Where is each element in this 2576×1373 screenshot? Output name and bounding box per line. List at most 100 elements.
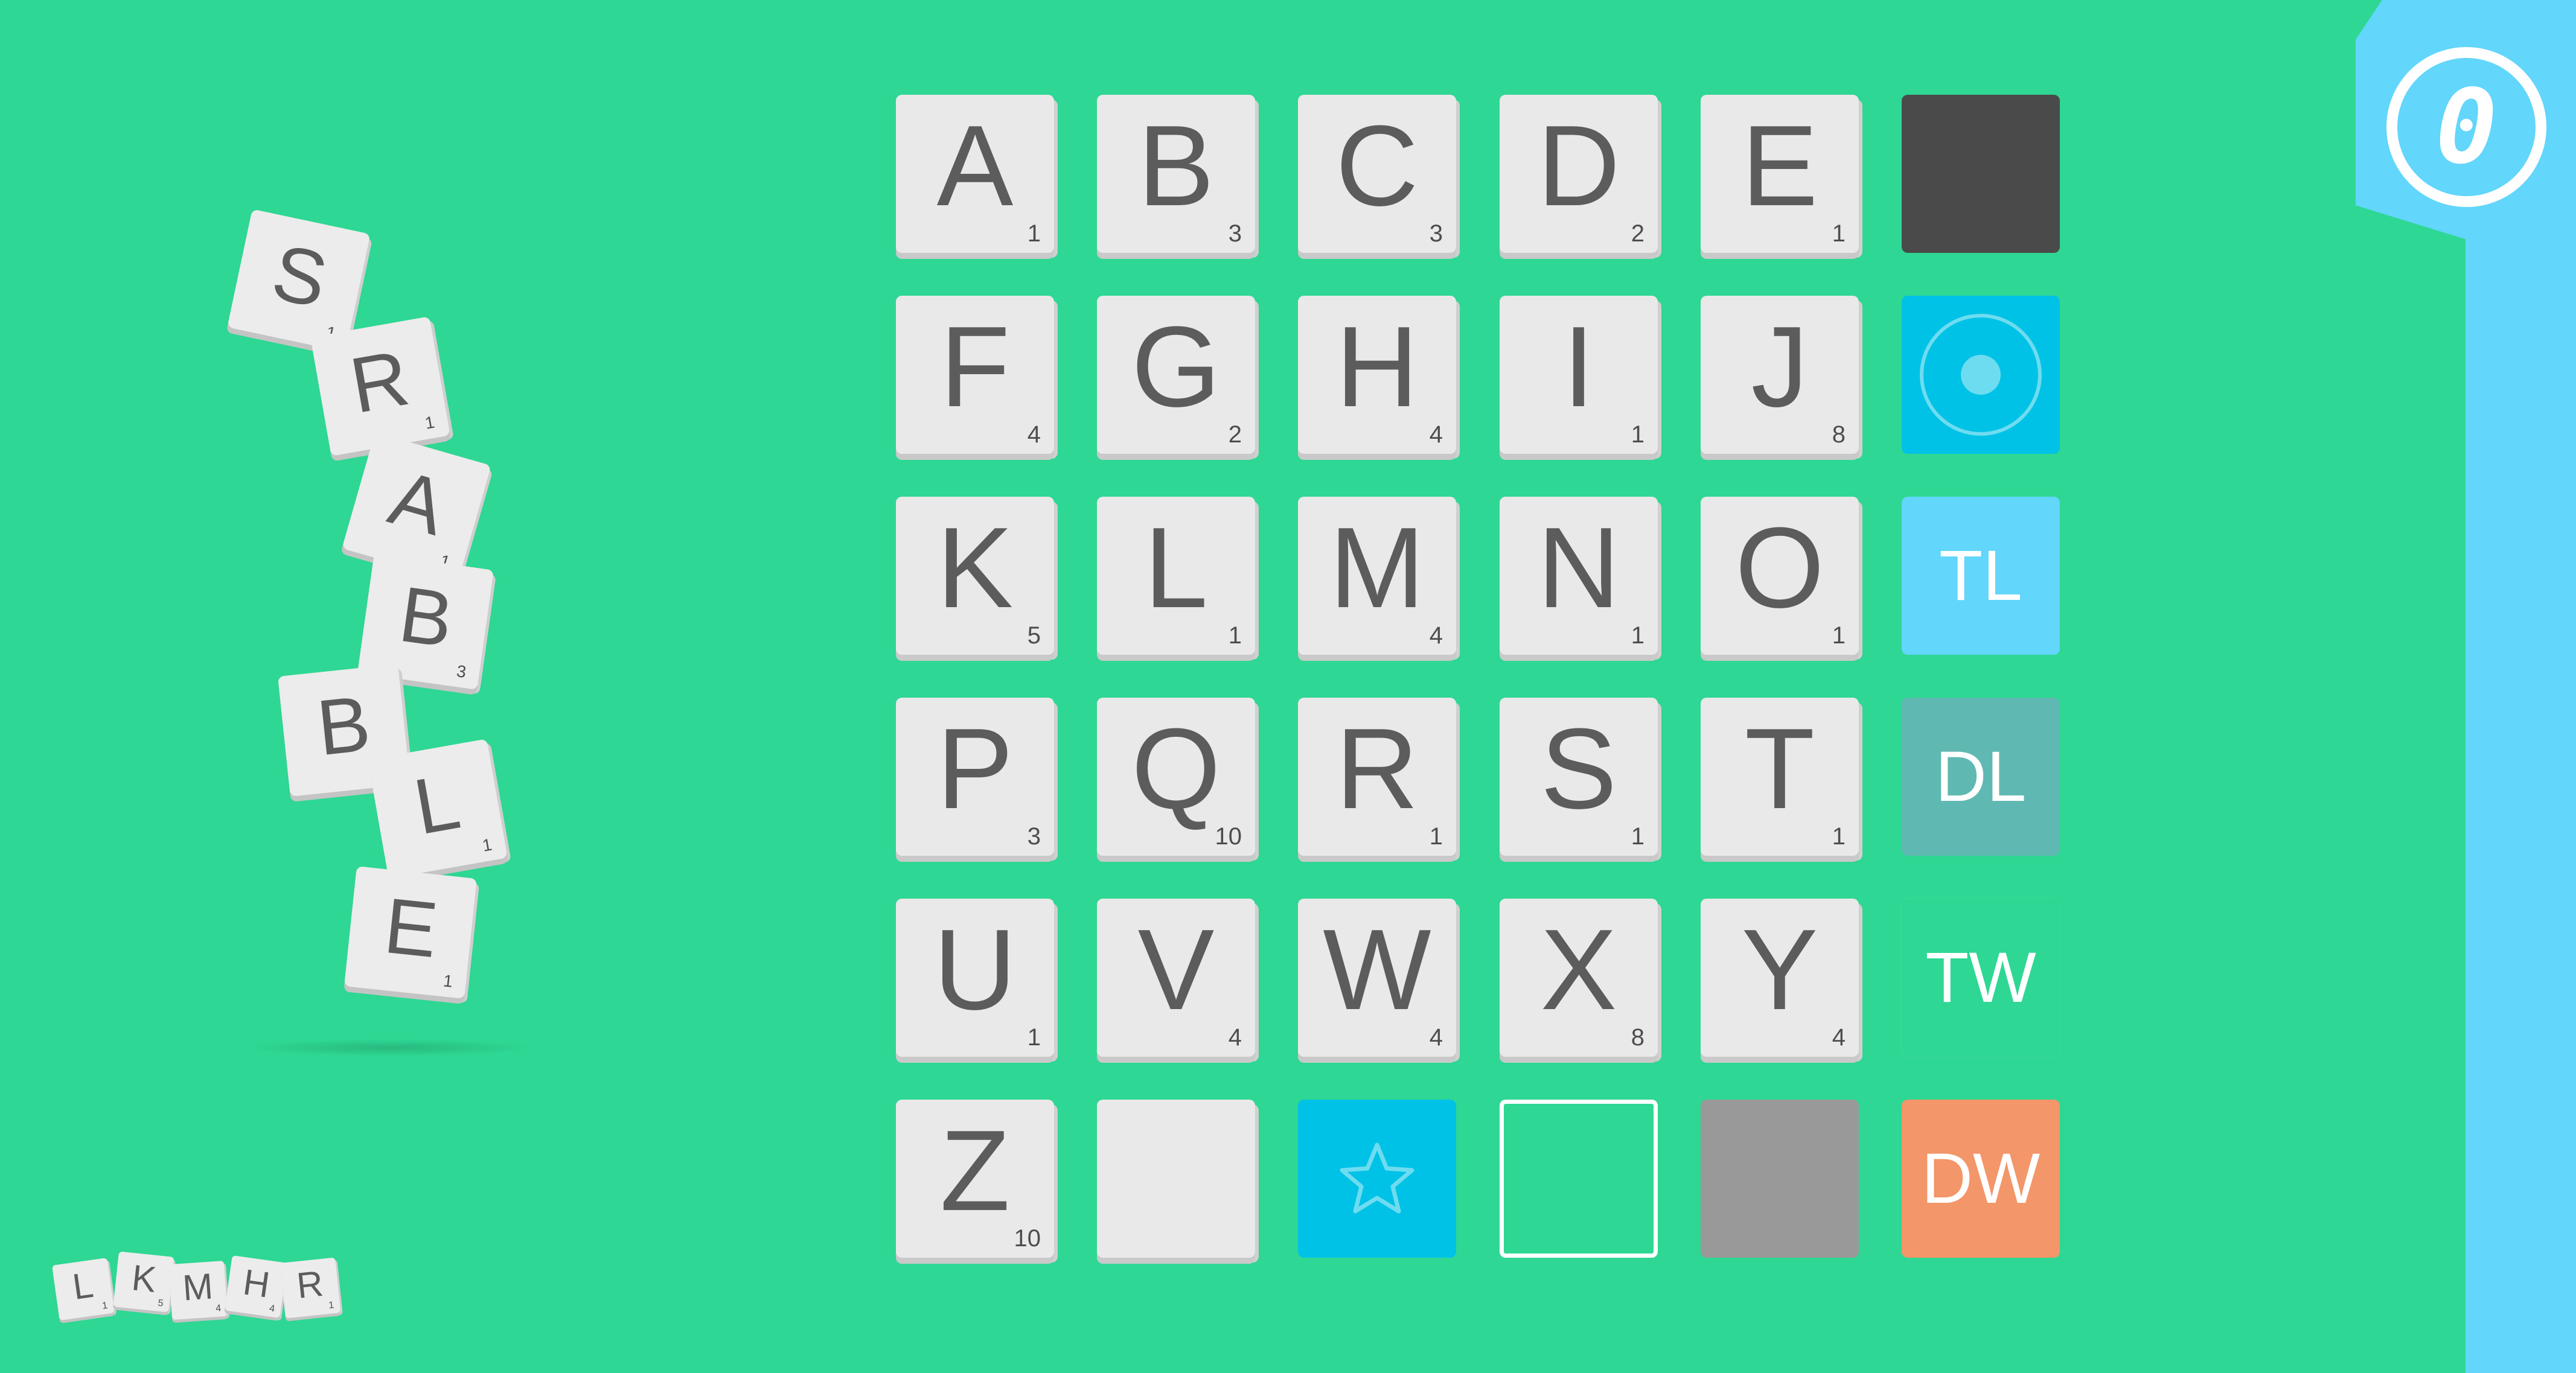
logo-letter: B	[394, 569, 459, 664]
tile-points: 8	[1631, 1024, 1644, 1051]
rack-points: 4	[215, 1303, 222, 1314]
tile-points: 4	[1228, 1024, 1242, 1051]
tile-points: 3	[1429, 220, 1443, 247]
tile-letter: I	[1562, 303, 1595, 431]
double-letter-label: DL	[1935, 737, 2027, 817]
rack-letter: H	[240, 1261, 272, 1305]
rack-tile[interactable]: K5	[113, 1251, 174, 1313]
dark-square[interactable]	[1902, 95, 2060, 253]
letter-tile[interactable]: D2	[1500, 95, 1658, 253]
letter-tile[interactable]: Z 10	[896, 1100, 1054, 1258]
tile-points: 4	[1832, 1024, 1846, 1051]
letter-tile[interactable]: P3	[896, 698, 1054, 856]
empty-square[interactable]	[1500, 1100, 1658, 1258]
triple-word-label: TW	[1925, 938, 2036, 1018]
tile-points: 1	[1832, 622, 1846, 649]
rack-points: 4	[269, 1303, 276, 1314]
tile-letter: T	[1744, 705, 1815, 833]
tile-letter: E	[1741, 102, 1818, 230]
tile-letter: F	[939, 303, 1011, 431]
triple-letter-label: TL	[1939, 536, 2022, 616]
rack-tile[interactable]: L1	[52, 1258, 115, 1320]
rack-tile[interactable]: R1	[280, 1257, 341, 1319]
tile-letter: W	[1323, 906, 1431, 1034]
logo-tile: E1	[344, 866, 477, 999]
double-word-square[interactable]: DW	[1902, 1100, 2060, 1258]
letter-tile[interactable]: G2	[1097, 296, 1255, 454]
tile-letter: P	[936, 705, 1014, 833]
grey-square[interactable]	[1701, 1100, 1859, 1258]
tile-points: 10	[1215, 823, 1242, 850]
tile-points: 1	[1027, 220, 1041, 247]
tile-points: 10	[1014, 1225, 1041, 1252]
letter-tile[interactable]: F4	[896, 296, 1054, 454]
rack-letter: M	[181, 1266, 214, 1308]
tile-letter: N	[1537, 504, 1620, 632]
tile-points: 1	[1429, 823, 1443, 850]
tile-points: 5	[1027, 622, 1041, 649]
tile-points: 4	[1429, 622, 1443, 649]
letter-tile[interactable]: O1	[1701, 497, 1859, 655]
rack-letter: K	[130, 1257, 158, 1300]
rack-points: 1	[328, 1300, 335, 1311]
logo-points: 1	[481, 835, 494, 855]
score-value: 0	[2435, 67, 2498, 187]
target-icon	[1920, 314, 2042, 436]
center-square[interactable]	[1902, 296, 2060, 454]
rack-tile[interactable]: M4	[168, 1260, 228, 1320]
tile-letter: H	[1335, 303, 1419, 431]
triple-letter-square[interactable]: TL	[1902, 497, 2060, 655]
tile-points: 1	[1832, 823, 1846, 850]
letter-tile[interactable]: H4	[1298, 296, 1456, 454]
double-letter-square[interactable]: DL	[1902, 698, 2060, 856]
logo-letter: E	[380, 881, 442, 975]
score-display: 0	[2386, 47, 2546, 207]
tile-letter: O	[1735, 504, 1824, 632]
letter-tile[interactable]: Y4	[1701, 899, 1859, 1057]
letter-tile[interactable]: U1	[896, 899, 1054, 1057]
tile-points: 4	[1429, 421, 1443, 448]
letter-tile[interactable]: B3	[1097, 95, 1255, 253]
tile-letter: A	[936, 102, 1014, 230]
logo-letter: S	[265, 227, 335, 325]
letter-tile[interactable]: C3	[1298, 95, 1456, 253]
tile-letter: B	[1137, 102, 1215, 230]
letter-tile[interactable]: A1	[896, 95, 1054, 253]
tile-letter: L	[1144, 504, 1208, 632]
letter-tile[interactable]: J8	[1701, 296, 1859, 454]
tile-points: 1	[1631, 421, 1644, 448]
logo-letter: A	[380, 453, 456, 552]
letter-tile[interactable]: I1	[1500, 296, 1658, 454]
letter-tile[interactable]: V4	[1097, 899, 1255, 1057]
triple-word-square[interactable]: TW	[1902, 899, 2060, 1057]
tile-points: 3	[1027, 823, 1041, 850]
letter-tile[interactable]: T1	[1701, 698, 1859, 856]
letter-tile[interactable]: N1	[1500, 497, 1658, 655]
letter-tile[interactable]: X8	[1500, 899, 1658, 1057]
star-square[interactable]	[1298, 1100, 1456, 1258]
letter-tile[interactable]: Q 10	[1097, 698, 1255, 856]
blank-tile[interactable]	[1097, 1100, 1255, 1258]
letter-tile[interactable]: L1	[1097, 497, 1255, 655]
tile-points: 4	[1027, 421, 1041, 448]
tile-letter: Z	[939, 1107, 1011, 1235]
logo-tile: L1	[368, 739, 508, 879]
letter-tile[interactable]: E1	[1701, 95, 1859, 253]
tile-points: 2	[1631, 220, 1644, 247]
tile-points: 1	[1027, 1024, 1041, 1051]
letter-tile[interactable]: W4	[1298, 899, 1456, 1057]
logo-shadow	[248, 1039, 531, 1056]
letter-tile[interactable]: M4	[1298, 497, 1456, 655]
tile-letter: J	[1751, 303, 1809, 431]
letter-tile[interactable]: K5	[896, 497, 1054, 655]
tile-points: 1	[1631, 622, 1644, 649]
tile-letter: V	[1137, 906, 1215, 1034]
logo-points: 3	[455, 661, 468, 681]
letter-tile[interactable]: R1	[1298, 698, 1456, 856]
tile-points: 4	[1429, 1024, 1443, 1051]
tile-points: 1	[1832, 220, 1846, 247]
double-word-label: DW	[1921, 1139, 2041, 1218]
rack-tile[interactable]: H4	[225, 1255, 287, 1318]
letter-tile[interactable]: S1	[1500, 698, 1658, 856]
tile-letter: D	[1537, 102, 1620, 230]
